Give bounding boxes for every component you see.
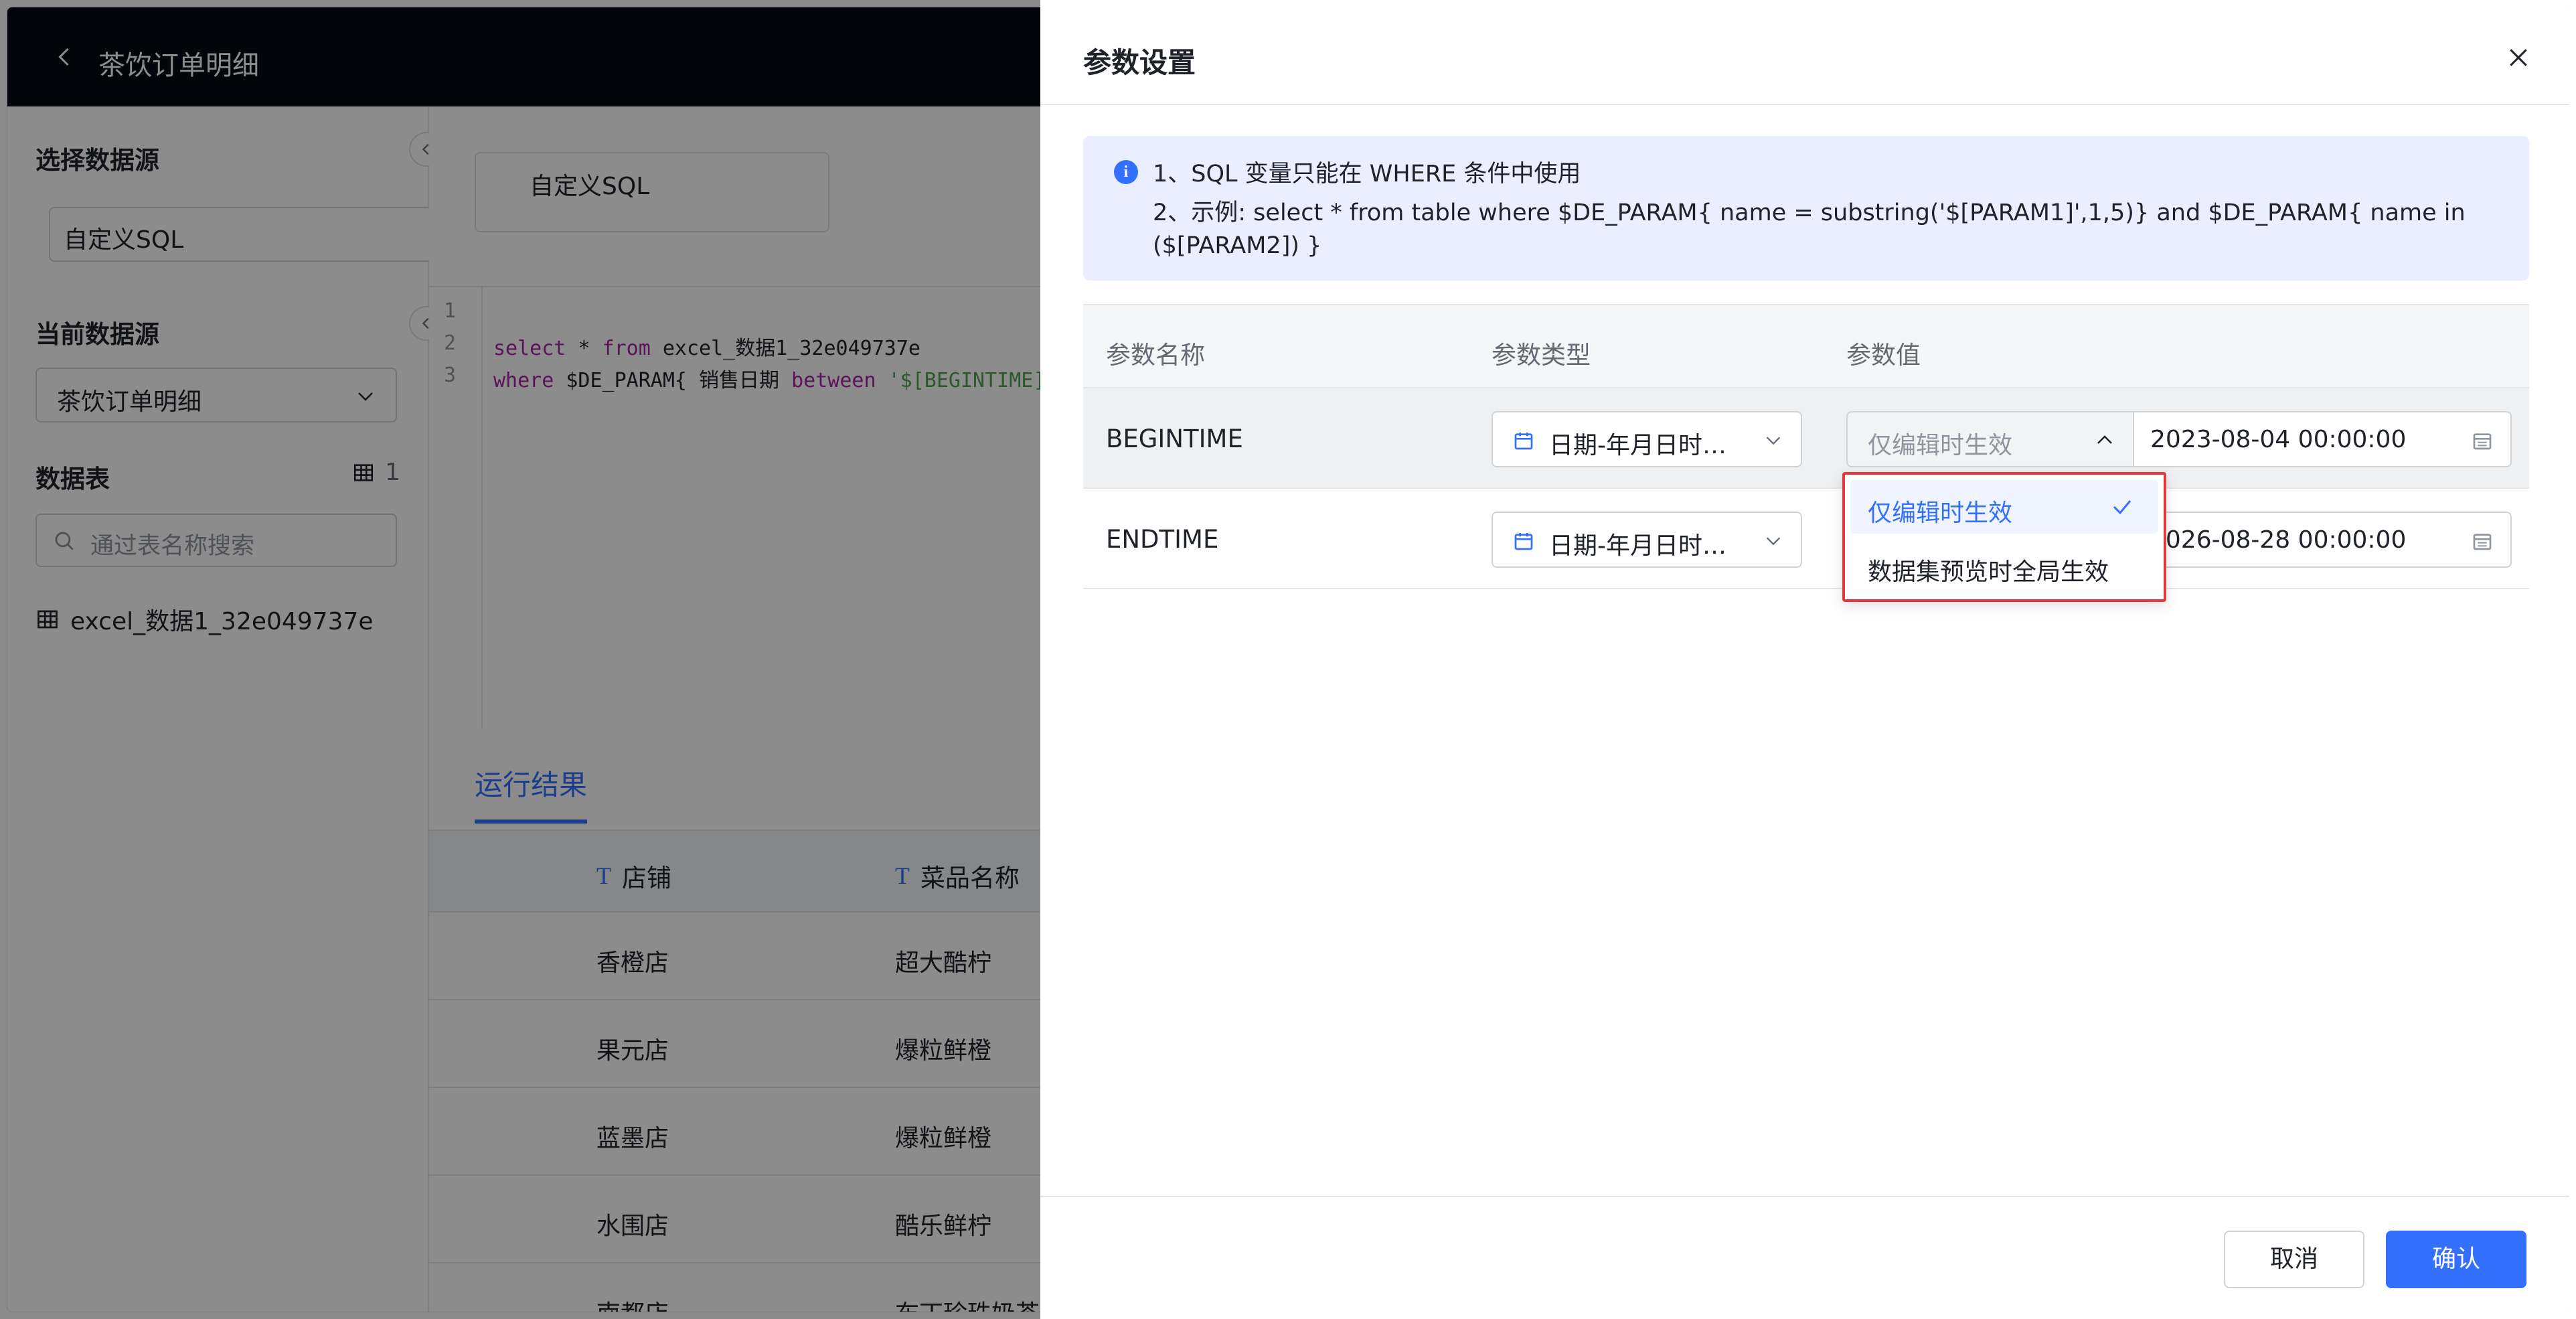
param-name: ENDTIME xyxy=(1106,525,1219,554)
info-icon: i xyxy=(1114,160,1138,184)
param-table-header: 参数名称 参数类型 参数值 xyxy=(1083,304,2529,388)
notice-line-1: 1、SQL 变量只能在 WHERE 条件中使用 xyxy=(1153,161,1581,187)
modal-overlay[interactable] xyxy=(0,0,1040,1319)
dropdown-option-edit-only[interactable]: 仅编辑时生效 xyxy=(1850,480,2158,534)
confirm-button[interactable]: 确认 xyxy=(2386,1231,2526,1288)
param-value: 2023-08-04 00:00:00 xyxy=(2150,426,2407,453)
calendar-icon xyxy=(1514,533,1533,550)
param-row-begintime: BEGINTIME 日期-年月日时… 仅编辑时生效 2023-08-04 00:… xyxy=(1083,388,2529,489)
dropdown-option-global-preview[interactable]: 数据集预览时全局生效 xyxy=(1850,539,2158,593)
calendar-icon xyxy=(2473,534,2492,550)
scope-dropdown-menu: 仅编辑时生效 数据集预览时全局生效 xyxy=(1842,472,2166,602)
param-value: 2026-08-28 00:00:00 xyxy=(2150,526,2407,554)
notice-line-3: ($[PARAM2]) } xyxy=(1153,232,1322,259)
sql-notice: i 1、SQL 变量只能在 WHERE 条件中使用 2、示例: select *… xyxy=(1083,136,2529,281)
dropdown-option-label: 仅编辑时生效 xyxy=(1868,499,2013,527)
param-type-value: 日期-年月日时… xyxy=(1549,432,1726,459)
param-settings-drawer: 参数设置 i 1、SQL 变量只能在 WHERE 条件中使用 2、示例: sel… xyxy=(1040,7,2569,1312)
param-value-input[interactable]: 2023-08-04 00:00:00 xyxy=(2134,411,2512,467)
close-icon[interactable] xyxy=(2505,44,2532,71)
divider xyxy=(1040,1196,2569,1197)
check-icon xyxy=(2113,500,2131,515)
divider xyxy=(1040,104,2569,105)
drawer-title: 参数设置 xyxy=(1083,46,1196,79)
param-type-select[interactable]: 日期-年月日时… xyxy=(1492,512,1802,568)
param-row-endtime: ENDTIME 日期-年月日时… 2026-08-28 00:00:00 xyxy=(1083,489,2529,589)
chevron-up-icon xyxy=(2097,435,2112,444)
dropdown-option-label: 数据集预览时全局生效 xyxy=(1868,558,2109,586)
param-scope-select[interactable]: 仅编辑时生效 xyxy=(1846,411,2134,467)
calendar-icon xyxy=(2473,433,2492,450)
column-header-type: 参数类型 xyxy=(1492,341,1591,370)
param-type-select[interactable]: 日期-年月日时… xyxy=(1492,411,1802,467)
param-value-input[interactable]: 2026-08-28 00:00:00 xyxy=(2134,512,2512,568)
param-name: BEGINTIME xyxy=(1106,424,1243,453)
cancel-button[interactable]: 取消 xyxy=(2224,1231,2364,1288)
param-scope-value: 仅编辑时生效 xyxy=(1868,432,2013,459)
column-header-value: 参数值 xyxy=(1846,341,1921,370)
column-header-name: 参数名称 xyxy=(1106,341,1205,370)
calendar-icon xyxy=(1514,433,1533,450)
param-type-value: 日期-年月日时… xyxy=(1549,532,1726,560)
chevron-down-icon xyxy=(1766,437,1781,445)
chevron-down-icon xyxy=(1766,537,1781,546)
notice-line-2: 2、示例: select * from table where $DE_PARA… xyxy=(1153,200,2466,226)
